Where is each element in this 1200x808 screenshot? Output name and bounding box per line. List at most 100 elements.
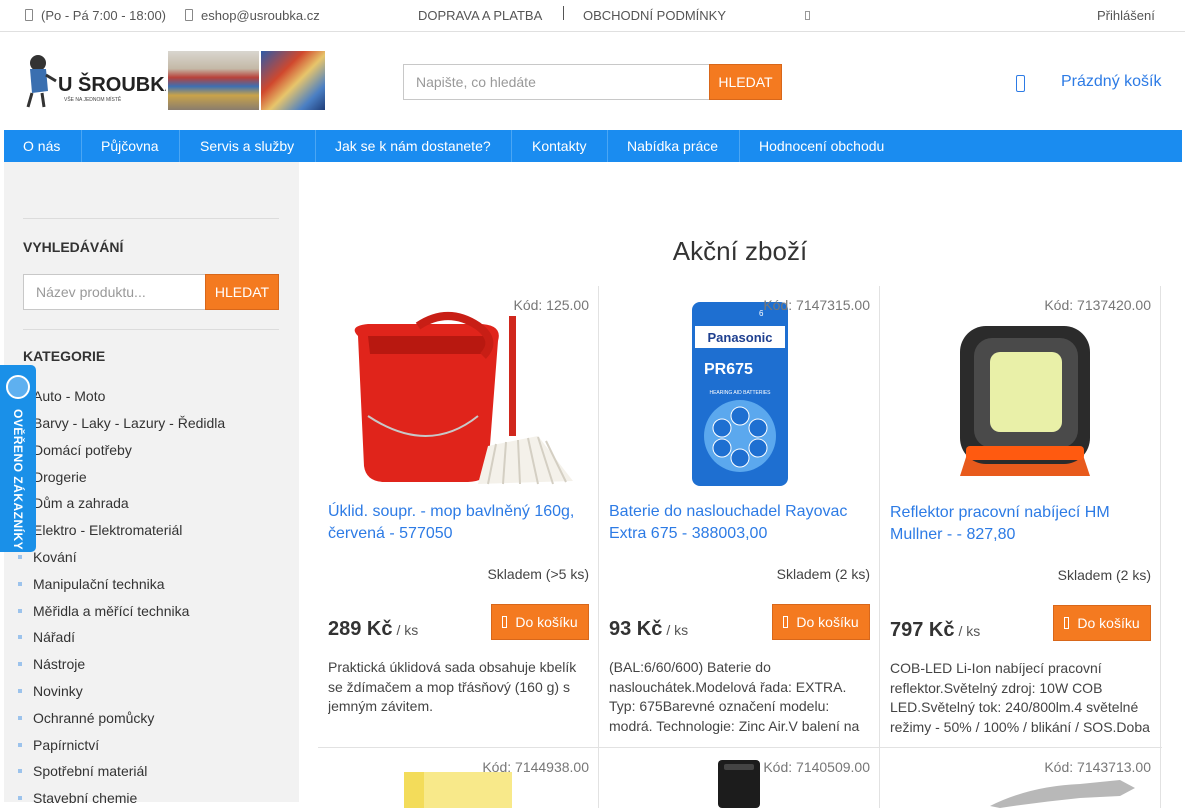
product-card: Kód: 7144938.00 [318,748,599,808]
store-photo-aisle [168,51,259,110]
nav-contacts[interactable]: Kontakty [532,130,586,162]
product-image-tool[interactable] [990,776,1140,808]
category-item[interactable]: Papírnictví [18,737,99,753]
product-description: Praktická úklidová sada obsahuje kbelík … [328,659,577,714]
product-image-batteries[interactable]: Panasonic PR675 HEARING AID BATTERIES 6 [609,296,870,488]
search-input[interactable] [403,64,709,100]
product-name[interactable]: Úklid. soupr. - mop bavlněný 160g, červe… [328,501,590,545]
nav-divider [179,130,180,162]
page-title: Akční zboží [672,236,808,266]
cart-icon[interactable] [1016,75,1025,92]
heureka-seal-icon [6,375,30,399]
nav-divider [315,130,316,162]
category-item[interactable]: Stavební chemie [18,790,137,806]
category-item[interactable]: Novinky [18,683,83,699]
nav-about[interactable]: O nás [23,130,60,162]
product-card: Kód: 7140509.00 [599,748,880,808]
bullet-icon [18,555,22,559]
search-button[interactable]: HLEDAT [709,64,782,100]
nav-divider [607,130,608,162]
product-search-input[interactable] [23,274,205,310]
cart-icon [1064,617,1070,629]
product-code: Kód: 7143713.00 [1044,759,1151,775]
logo-tagline: VŠE NA JEDNOM MÍSTĚ [64,95,122,103]
product-search-button[interactable]: HLEDAT [205,274,279,310]
product-price: 289 Kč / ks [328,618,419,640]
product-description: (BAL:6/60/600) Baterie do naslouchátek.M… [609,659,860,734]
nav-rental[interactable]: Půjčovna [101,130,159,162]
category-item[interactable]: Spotřební materiál [18,763,147,779]
verified-badge[interactable]: OVĚŘENO ZÁKAZNÍKY [0,365,36,552]
main-nav: O nás Půjčovna Servis a služby Jak se k … [4,130,1182,162]
sidebar: VYHLEDÁVÁNÍ HLEDAT KATEGORIE Auto - Moto… [4,162,299,806]
bullet-icon [18,769,22,773]
category-item[interactable]: Elektro - Elektromateriál [18,522,182,538]
cart-icon [502,616,508,628]
logo-brand: U ŠROUBKA VŠE NA JEDNOM MÍSTĚ [26,55,166,108]
add-to-cart-button[interactable]: Do košíku [491,604,589,640]
category-item[interactable]: Měřidla a měřící technika [18,603,189,619]
product-price: 797 Kč / ks [890,619,981,641]
product-code: Kód: 7140509.00 [763,759,870,775]
nav-jobs[interactable]: Nabídka práce [627,130,718,162]
product-name[interactable]: Reflektor pracovní nabíjecí HM Mullner -… [890,502,1152,546]
category-item[interactable]: Nástroje [18,656,85,672]
product-price: 93 Kč / ks [609,618,689,640]
opening-hours: (Po - Pá 7:00 - 18:00) [41,8,167,23]
battery-model: PR675 [704,361,753,378]
card-divider [1160,748,1161,808]
email-link[interactable]: eshop@usroubka.cz [201,8,320,23]
phone-icon [25,9,33,21]
categories-heading: KATEGORIE [23,348,106,364]
login-link[interactable]: Přihlášení [1097,8,1155,23]
top-bar: (Po - Pá 7:00 - 18:00) eshop@usroubka.cz… [0,0,1185,32]
product-card: Kód: 125.00 Úklid. soupr. - mop bavlněný… [318,286,599,747]
product-name[interactable]: Baterie do naslouchadel Rayovac Extra 67… [609,501,871,545]
product-image-reflector[interactable] [890,296,1151,488]
nav-services[interactable]: Servis a služby [200,130,294,162]
logo-title: U ŠROUBKA [58,72,166,96]
category-item[interactable]: Nářadí [18,629,75,645]
add-to-cart-button[interactable]: Do košíku [772,604,870,640]
product-code: Kód: 7147315.00 [763,297,870,313]
product-card: Kód: 7137420.00 Reflektor pracovní nabíj… [880,286,1161,747]
stock-status: Skladem (2 ks) [776,566,870,582]
nav-divider [81,130,82,162]
cart-label[interactable]: Prázdný košík [1061,73,1161,91]
sidebar-divider [23,329,279,330]
product-image-socket[interactable] [714,760,764,808]
bullet-icon [18,796,22,800]
logo[interactable]: U ŠROUBKA VŠE NA JEDNOM MÍSTĚ [24,51,325,110]
bullet-icon [18,743,22,747]
category-item[interactable]: Manipulační technika [18,576,165,592]
battery-brand: Panasonic [707,330,772,345]
sidebar-divider [23,218,279,219]
product-image-mop[interactable] [328,296,589,488]
email-info[interactable]: eshop@usroubka.cz [185,8,320,23]
extra-icon[interactable] [805,11,810,20]
link-shipping[interactable]: DOPRAVA A PLATBA [418,8,542,23]
cart-icon [783,616,789,628]
category-item[interactable]: Ochranné pomůcky [18,710,154,726]
card-divider [1160,286,1161,747]
nav-reviews[interactable]: Hodnocení obchodu [759,130,884,162]
bullet-icon [18,662,22,666]
product-code: Kód: 7144938.00 [482,759,589,775]
bullet-icon [18,689,22,693]
mail-icon [185,9,193,21]
topbar-divider [563,6,564,20]
header-search: HLEDAT [403,64,782,100]
product-code: Kód: 125.00 [513,297,589,313]
nav-directions[interactable]: Jak se k nám dostanete? [335,130,491,162]
stock-status: Skladem (2 ks) [1057,567,1151,583]
product-card: Panasonic PR675 HEARING AID BATTERIES 6 … [599,286,880,747]
link-terms[interactable]: OBCHODNÍ PODMÍNKY [583,8,726,23]
stock-status: Skladem (>5 ks) [487,566,589,582]
product-search: HLEDAT [23,274,279,310]
cart[interactable]: Prázdný košík [1012,70,1172,96]
category-item[interactable]: Barvy - Laky - Lazury - Ředidla [18,415,225,431]
nav-divider [739,130,740,162]
add-to-cart-button[interactable]: Do košíku [1053,605,1151,641]
nav-divider [511,130,512,162]
battery-subtitle: HEARING AID BATTERIES [709,390,771,396]
